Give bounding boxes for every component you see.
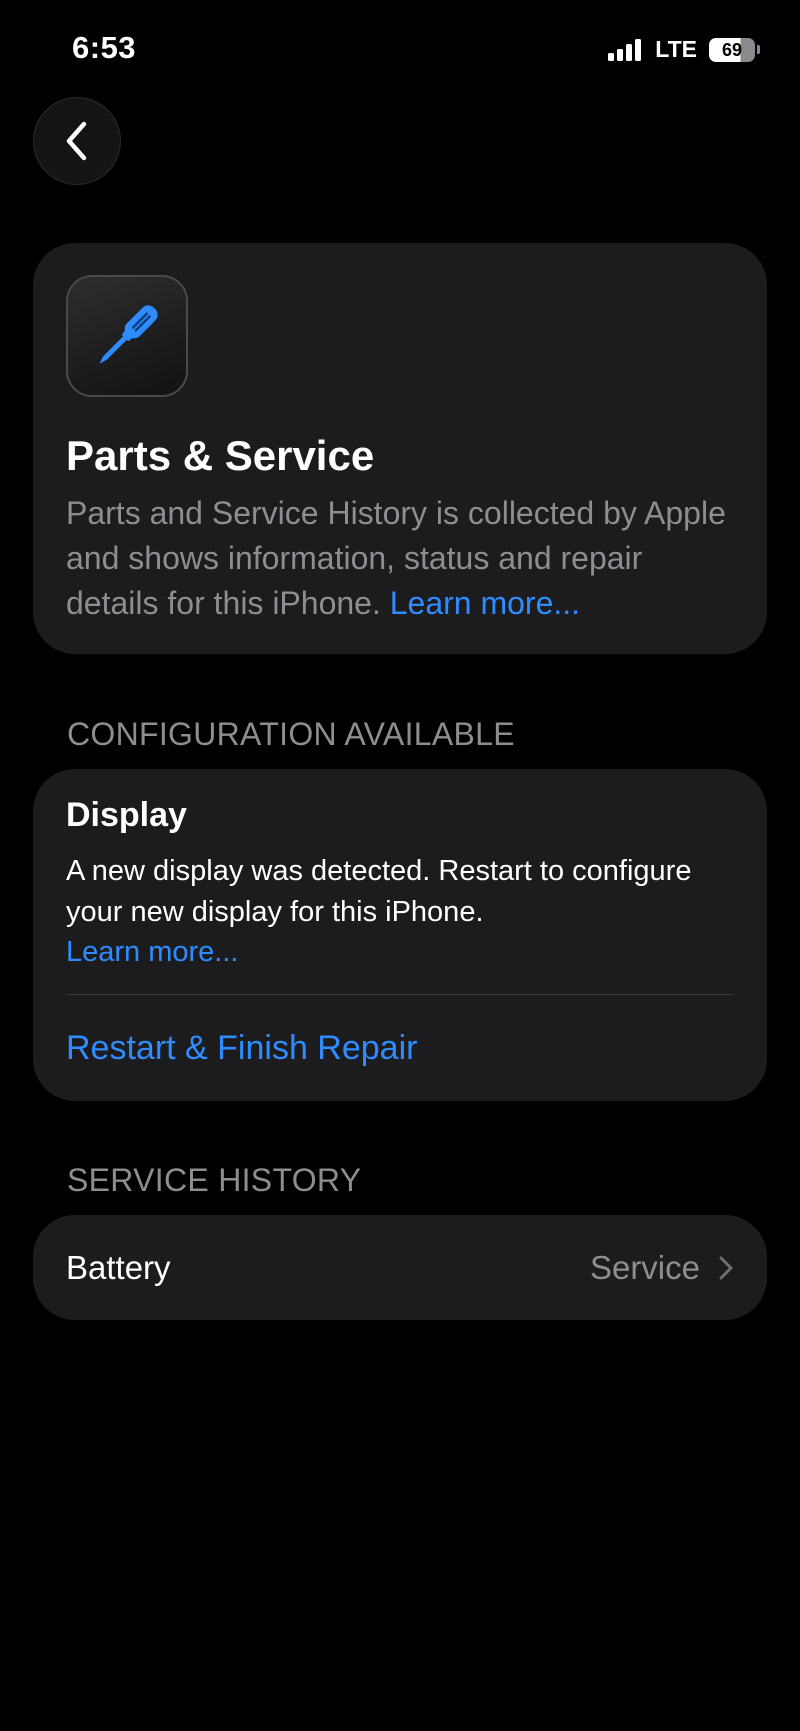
learn-more-link[interactable]: Learn more...	[390, 585, 580, 621]
parts-service-card: Parts & Service Parts and Service Histor…	[33, 243, 767, 654]
page-description: Parts and Service History is collected b…	[66, 491, 734, 626]
chevron-right-icon	[719, 1256, 733, 1279]
status-time: 6:53	[72, 30, 137, 65]
divider	[66, 994, 734, 995]
section-header-service-history: SERVICE HISTORY	[67, 1162, 362, 1198]
parts-service-app-icon	[66, 275, 188, 397]
display-learn-more-link[interactable]: Learn more...	[66, 933, 734, 971]
back-button[interactable]	[33, 97, 121, 185]
list-item-detail: Service	[590, 1249, 734, 1287]
service-history-item-battery[interactable]: Battery Service	[33, 1215, 767, 1320]
chevron-left-icon	[66, 121, 87, 161]
display-configuration-card: Display A new display was detected. Rest…	[33, 769, 767, 1101]
section-header-configuration: CONFIGURATION AVAILABLE	[67, 716, 515, 752]
network-type: LTE	[655, 36, 697, 62]
signal-icon	[608, 38, 642, 61]
status-indicators: LTE 69	[608, 36, 760, 63]
battery-level: 69	[709, 37, 755, 62]
list-item-label: Battery	[66, 1248, 171, 1286]
restart-finish-repair-button[interactable]: Restart & Finish Repair	[66, 1026, 734, 1070]
list-item-value: Service	[589, 1248, 700, 1286]
display-title: Display	[66, 796, 187, 834]
display-description: A new display was detected. Restart to c…	[66, 855, 692, 928]
page-title: Parts & Service	[66, 432, 375, 479]
screwdriver-icon	[99, 305, 158, 364]
battery-icon: 69	[709, 37, 760, 62]
